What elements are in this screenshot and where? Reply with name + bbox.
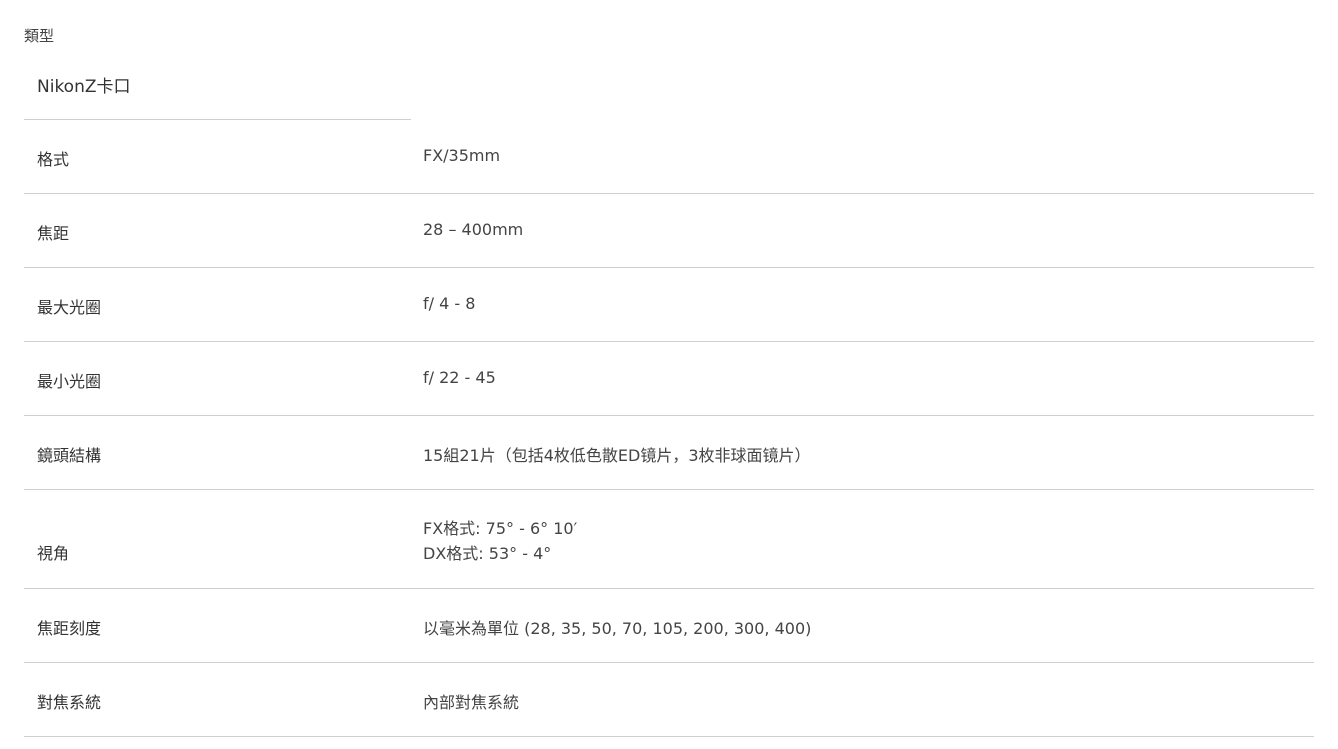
spec-row-format: 格式 FX/35mm xyxy=(24,120,1314,194)
spec-row-max-aperture: 最大光圈 f/ 4 - 8 xyxy=(24,268,1314,342)
spec-value: 15組21片（包括4枚低色散ED镜片，3枚非球面镜片） xyxy=(423,446,811,465)
spec-rows: 格式 FX/35mm 焦距 28 – 400mm 最大光圈 f/ 4 - 8 最… xyxy=(24,120,1314,737)
spec-row-min-aperture: 最小光圈 f/ 22 - 45 xyxy=(24,342,1314,416)
spec-value-line-fx: FX格式: 75° - 6° 10′ xyxy=(423,519,578,538)
spec-label: 最小光圈 xyxy=(37,372,102,391)
spec-label: 格式 xyxy=(37,150,70,169)
spec-row-lens-construction: 鏡頭結構 15組21片（包括4枚低色散ED镜片，3枚非球面镜片） xyxy=(24,416,1314,490)
spec-row-focal-length-scale: 焦距刻度 以毫米為單位 (28, 35, 50, 70, 105, 200, 3… xyxy=(24,589,1314,663)
spec-label: 最大光圈 xyxy=(37,298,102,317)
spec-label: 視角 xyxy=(37,544,70,563)
spec-value-line-dx: DX格式: 53° - 4° xyxy=(423,544,552,563)
spec-value: FX/35mm xyxy=(423,146,501,165)
type-heading: 類型 xyxy=(24,27,55,45)
spec-label: 焦距 xyxy=(37,224,70,243)
spec-row-focal-length: 焦距 28 – 400mm xyxy=(24,194,1314,268)
spec-row-focus-system: 對焦系統 內部對焦系統 xyxy=(24,663,1314,737)
spec-value: FX格式: 75° - 6° 10′ DX格式: 53° - 4° xyxy=(423,516,577,566)
spec-value: 以毫米為單位 (28, 35, 50, 70, 105, 200, 300, 4… xyxy=(423,619,812,638)
spec-value: 內部對焦系統 xyxy=(423,693,520,712)
spec-value: 28 – 400mm xyxy=(423,220,524,239)
spec-value: f/ 4 - 8 xyxy=(423,294,476,313)
spec-label: 鏡頭結構 xyxy=(37,446,102,465)
spec-value: f/ 22 - 45 xyxy=(423,368,496,387)
spec-label: 對焦系統 xyxy=(37,693,102,712)
spec-row-angle-of-view: 視角 FX格式: 75° - 6° 10′ DX格式: 53° - 4° xyxy=(24,490,1314,589)
spec-label: 焦距刻度 xyxy=(37,619,102,638)
type-value: NikonZ卡口 xyxy=(37,77,131,97)
